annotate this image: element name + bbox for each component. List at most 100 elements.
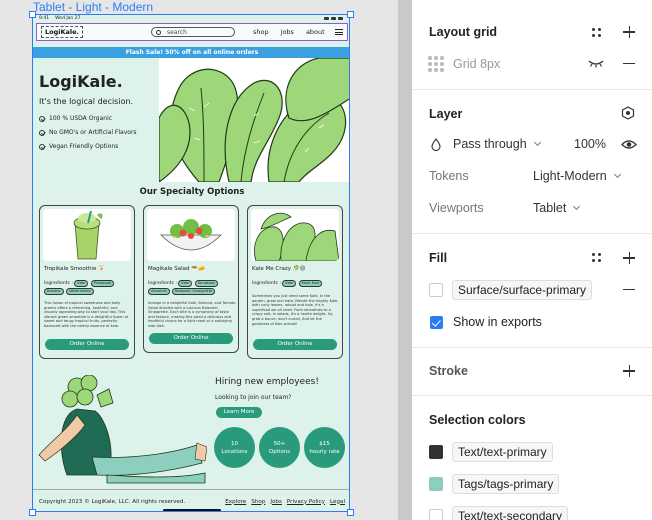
opacity-value[interactable]: 100% (574, 137, 606, 151)
footer-link-legal[interactable]: Legal (330, 499, 345, 505)
feature-item: 100 % USDA Organic (39, 115, 137, 122)
card-description: Indulge in a delightful Kale, Almond, an… (148, 301, 236, 328)
order-online-button[interactable]: Order Online (149, 333, 233, 344)
feature-label: Vegan Friendly Options (49, 143, 119, 150)
feature-list: 100 % USDA Organic No GMO's or Artificia… (39, 115, 137, 157)
color-swatch[interactable] (429, 445, 443, 459)
ingredients: Ingredients : Kale More Kale (252, 280, 342, 288)
tag: Banana (44, 288, 64, 295)
tag: Balsamic Vinaigrette (172, 288, 216, 295)
order-online-button[interactable]: Order Online (253, 339, 337, 350)
fill-token[interactable]: Surface/surface-primary (452, 280, 593, 300)
feature-item: Vegan Friendly Options (39, 143, 137, 150)
hero-section: LogiKale. It's the logical decision. 100… (33, 58, 349, 185)
show-in-exports-checkbox[interactable] (430, 316, 443, 329)
salad-image (147, 209, 235, 261)
ingredients: Ingredients : Kale Pineapple Banana Wate… (44, 280, 134, 296)
smoothie-image (43, 209, 131, 261)
search-input[interactable]: search (151, 27, 236, 37)
specialty-heading: Our Specialty Options (139, 187, 245, 197)
check-circle-icon (39, 115, 45, 122)
kale-image (251, 209, 339, 261)
tokens-label: Tokens (429, 169, 469, 183)
add-stroke-icon[interactable] (623, 365, 635, 377)
order-online-button[interactable]: Order Online (45, 339, 129, 350)
resize-handle-bl[interactable] (29, 509, 36, 516)
color-swatch[interactable] (429, 477, 443, 491)
frame-label[interactable]: Tablet - Light - Modern (33, 0, 153, 14)
color-swatch[interactable] (429, 509, 443, 520)
add-grid-icon[interactable] (623, 26, 635, 38)
chevron-down-icon (533, 138, 541, 147)
eye-icon[interactable] (621, 139, 637, 150)
viewports-select[interactable]: Tablet (533, 201, 581, 215)
eye-closed-icon[interactable] (588, 58, 604, 68)
sale-banner[interactable]: Flash Sale! 50% off on all online orders (33, 47, 349, 58)
home-indicator (163, 509, 221, 511)
color-token[interactable]: Text/text-secondary (452, 506, 569, 520)
card-description: Sometimes you just need some Kale. In th… (252, 294, 339, 326)
ingredients: Ingredients : Kale Tomatoes Almonds Bals… (148, 280, 238, 296)
color-token[interactable]: Text/text-primary (452, 442, 553, 462)
add-fill-icon[interactable] (623, 252, 635, 264)
footer-link-jobs[interactable]: Jobs (270, 499, 282, 505)
tokens-value: Light-Modern (533, 169, 607, 183)
tag: Kale (178, 280, 193, 287)
card-title: Kale Me Crazy 🥬😜 (252, 266, 306, 272)
tokens-select[interactable]: Light-Modern (533, 169, 621, 183)
chevron-down-icon (573, 202, 581, 211)
learn-more-button[interactable]: Learn More (216, 407, 262, 418)
stat-options: 50+ Options (259, 427, 300, 468)
ingredients-label: Ingredients : (44, 281, 73, 286)
stats-row: 10 Locations 50+ Options $15 hourly rate (214, 427, 345, 468)
panel-divider[interactable] (398, 0, 412, 520)
menu-icon[interactable] (334, 29, 343, 35)
nav-link-shop[interactable]: shop (253, 28, 269, 36)
blend-mode-select[interactable]: Pass through (453, 137, 541, 151)
fill-style-icon[interactable] (592, 253, 602, 263)
layout-grid-title: Layout grid (429, 25, 498, 39)
tag: Tomatoes (194, 280, 218, 287)
kale-illustration (159, 58, 349, 182)
component-icon[interactable] (621, 106, 635, 120)
footer-link-privacy[interactable]: Privacy Policy (287, 499, 325, 505)
product-card[interactable]: Kale Me Crazy 🥬😜 Ingredients : Kale More… (247, 205, 343, 359)
copyright: Copyright 2023 © LogiKale, LLC. All righ… (39, 498, 186, 505)
status-time: 9:41 (39, 15, 50, 21)
card-description: This fusion of tropical sweetness and le… (44, 301, 129, 328)
nav-link-jobs[interactable]: jobs (281, 28, 294, 36)
tag: Kale (74, 280, 89, 287)
footer-link-shop[interactable]: Shop (251, 499, 265, 505)
grid-settings-icon[interactable] (428, 56, 444, 72)
layer-section: Layer Pass through 100% Tokens Light-Mod… (412, 90, 652, 234)
search-icon (156, 29, 162, 35)
card-title: Magikale Salad 🥗🧀 (148, 266, 205, 272)
stroke-section: Stroke (412, 348, 652, 396)
resize-handle-tl[interactable] (29, 11, 36, 18)
tag: Almonds (148, 288, 170, 295)
check-circle-icon (39, 129, 45, 136)
remove-grid-icon[interactable] (623, 63, 635, 65)
battery-wifi-icon (324, 16, 343, 20)
color-token[interactable]: Tags/tags-primary (452, 474, 560, 494)
remove-fill-icon[interactable] (623, 289, 635, 291)
product-card[interactable]: Magikale Salad 🥗🧀 Ingredients : Kale Tom… (143, 205, 239, 353)
feature-label: 100 % USDA Organic (49, 115, 113, 122)
fill-swatch[interactable] (429, 283, 443, 297)
product-card[interactable]: Tropikale Smoothie 🍹 Ingredients : Kale … (39, 205, 135, 359)
grid-style-icon[interactable] (592, 28, 602, 38)
nav-link-about[interactable]: about (306, 28, 325, 36)
tag: Pineapple (90, 280, 115, 287)
resize-handle-tr[interactable] (347, 11, 354, 18)
nav-logo[interactable]: LogiKale. (41, 26, 84, 38)
ingredients-label: Ingredients : (252, 281, 281, 286)
stat-hourly-rate: $15 hourly rate (304, 427, 345, 468)
tag: More Kale (298, 280, 323, 287)
resize-handle-br[interactable] (347, 509, 354, 516)
status-bar: 9:41 Wed Jan 27 (33, 15, 349, 21)
navbar[interactable]: LogiKale. search shop jobs about (36, 23, 348, 41)
footer-link-explore[interactable]: Explore (225, 499, 246, 505)
tablet-frame[interactable]: 9:41 Wed Jan 27 LogiKale. search shop jo… (32, 14, 350, 512)
properties-panel: Layout grid Grid 8px Layer Pass through … (412, 0, 652, 520)
tag: Watermelon (66, 288, 94, 295)
